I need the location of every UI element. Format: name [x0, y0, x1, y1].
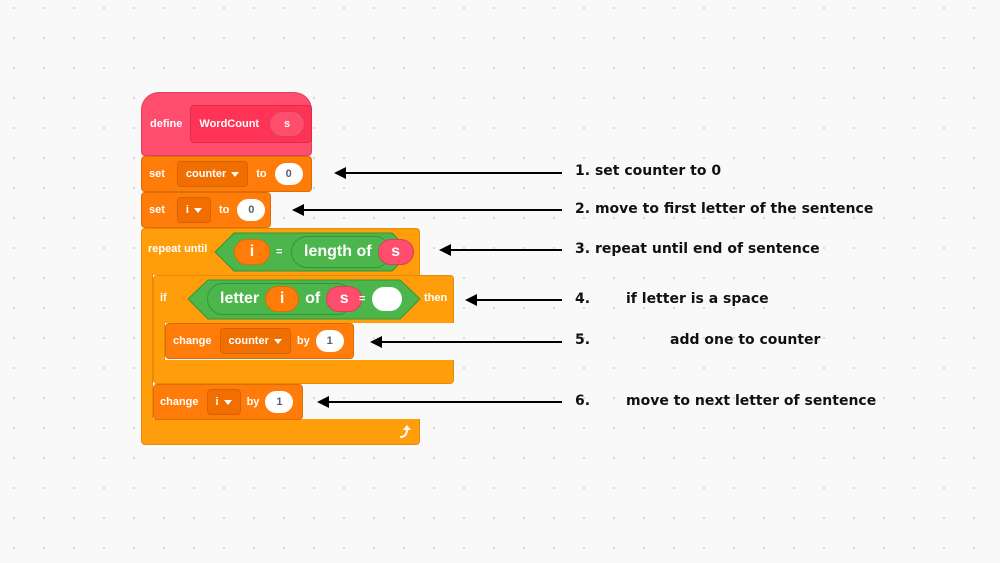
by-label: by — [246, 396, 260, 408]
variable-dropdown-i[interactable]: i — [176, 197, 211, 223]
dropdown-label: i — [215, 396, 219, 408]
value-input[interactable]: 1 — [265, 391, 294, 413]
annotation-text: move to next letter of sentence — [626, 393, 877, 409]
dropdown-label: counter — [185, 168, 227, 180]
change-keyword: change — [160, 396, 199, 408]
set-counter-block[interactable]: set counter to 0 — [141, 156, 312, 192]
annotation-1: 1. set counter to 0 — [575, 163, 721, 179]
equals-operator: = — [359, 293, 366, 305]
annotation-number: 3. — [575, 241, 591, 257]
variable-dropdown-i[interactable]: i — [206, 389, 241, 415]
letter-of-reporter[interactable]: letter i of s — [207, 283, 363, 315]
arrow-1 — [334, 167, 562, 179]
set-keyword: set — [149, 204, 165, 216]
chevron-down-icon — [223, 399, 232, 405]
change-i-block[interactable]: change i by 1 — [153, 384, 303, 420]
arrow-4 — [465, 294, 562, 306]
annotation-4: 4. if letter is a space — [575, 291, 769, 307]
annotation-5: 5. add one to counter — [575, 332, 820, 348]
loop-arrow-icon — [399, 425, 411, 438]
define-block[interactable]: define WordCount s — [141, 92, 313, 156]
set-keyword: set — [149, 168, 165, 180]
to-label: to — [218, 204, 230, 216]
chevron-down-icon — [273, 338, 282, 344]
annotation-text: set counter to 0 — [594, 163, 722, 179]
change-keyword: change — [173, 335, 212, 347]
variable-dropdown-counter[interactable]: counter — [219, 328, 291, 354]
annotation-number: 4. — [575, 291, 591, 307]
set-i-block[interactable]: set i to 0 — [141, 192, 271, 228]
variable-i-reporter[interactable]: i — [265, 286, 300, 312]
block-name: WordCount — [199, 118, 260, 130]
param-s[interactable]: s — [326, 286, 363, 312]
then-keyword: then — [424, 292, 448, 304]
arrow-2 — [292, 204, 562, 216]
chevron-down-icon — [193, 207, 202, 213]
if-arm — [153, 322, 165, 362]
if-keyword: if — [160, 292, 167, 304]
annotation-6: 6. move to next letter of sentence — [575, 393, 876, 409]
arrow-3 — [439, 244, 562, 256]
annotation-3: 3. repeat until end of sentence — [575, 241, 820, 257]
chevron-down-icon — [231, 171, 240, 177]
arrow-5 — [370, 336, 562, 348]
repeat-until-keyword: repeat until — [148, 243, 208, 255]
repeat-condition[interactable]: i = length of s — [214, 232, 414, 272]
annotation-number: 5. — [575, 332, 591, 348]
annotation-number: 6. — [575, 393, 591, 409]
repeat-bottom — [141, 419, 420, 445]
annotation-number: 1. — [575, 163, 591, 179]
param-s[interactable]: s — [269, 111, 306, 137]
length-of-reporter[interactable]: length of s — [291, 236, 414, 268]
empty-text-input[interactable] — [372, 287, 402, 311]
if-bottom — [153, 360, 454, 384]
annotation-number: 2. — [575, 201, 591, 217]
arrow-6 — [317, 396, 562, 408]
dropdown-label: i — [185, 204, 189, 216]
custom-block-prototype[interactable]: WordCount s — [190, 105, 313, 143]
to-label: to — [256, 168, 267, 180]
if-condition[interactable]: letter i of s = — [187, 279, 421, 320]
annotation-text: move to first letter of the sentence — [594, 201, 874, 217]
annotation-text: add one to counter — [670, 332, 821, 348]
annotation-text: if letter is a space — [626, 291, 769, 307]
change-counter-block[interactable]: change counter by 1 — [165, 323, 354, 359]
variable-dropdown-counter[interactable]: counter — [176, 161, 249, 187]
variable-i-reporter[interactable]: i — [234, 239, 270, 265]
dropdown-label: counter — [228, 335, 269, 347]
value-input[interactable]: 0 — [237, 199, 266, 221]
value-input[interactable]: 1 — [315, 330, 344, 352]
param-s[interactable]: s — [377, 239, 414, 265]
by-label: by — [296, 335, 310, 347]
define-keyword: define — [150, 118, 183, 130]
value-input[interactable]: 0 — [274, 163, 303, 185]
of-label: of — [305, 290, 321, 307]
equals-operator: = — [276, 246, 283, 258]
repeat-arm — [141, 274, 153, 420]
annotation-text: repeat until end of sentence — [594, 241, 820, 257]
annotation-2: 2. move to first letter of the sentence — [575, 201, 873, 217]
